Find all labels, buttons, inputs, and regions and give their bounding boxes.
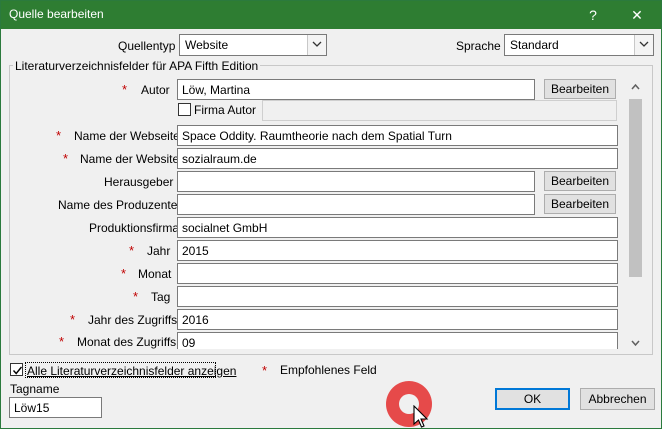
chevron-down-icon[interactable] [307,35,326,55]
language-label: Sprache [456,39,501,53]
tag-name-label: Tagname [10,382,60,396]
scrollbar-thumb[interactable] [629,99,642,277]
year-input[interactable]: 2015 [177,240,618,261]
month-accessed-input[interactable]: 09 [177,332,618,349]
day-label: Tag [151,290,171,304]
required-marker: * [129,243,135,258]
author-edit-button[interactable]: Bearbeiten [544,79,616,99]
year-accessed-input[interactable]: 2016 [177,309,618,330]
publisher-input[interactable] [177,171,535,192]
edit-source-dialog: Quelle bearbeiten ? ✕ Quellentyp Website… [0,0,662,429]
mouse-cursor-icon [413,405,429,428]
titlebar: Quelle bearbeiten ? ✕ [1,1,661,29]
group-legend: Literaturverzeichnisfelder für APA Fifth… [13,59,261,73]
chevron-down-icon[interactable] [634,35,653,55]
source-type-select[interactable]: Website [179,34,327,56]
ok-button[interactable]: OK [495,388,570,410]
day-input[interactable] [177,286,618,307]
language-value: Standard [510,38,559,52]
fields-scrollbar[interactable] [627,79,644,351]
language-select[interactable]: Standard [504,34,654,56]
close-button[interactable]: ✕ [617,1,657,29]
corporate-author-checkbox[interactable] [178,103,191,116]
required-marker: * [59,334,65,349]
source-type-label: Quellentyp [118,39,175,53]
required-marker: * [70,312,76,327]
producer-name-input[interactable] [177,194,535,215]
corporate-author-input[interactable] [262,100,617,121]
required-marker: * [121,266,127,281]
author-input[interactable]: Löw, Martina [177,79,535,100]
required-marker: * [63,151,69,166]
scroll-up-icon[interactable] [627,79,644,96]
month-accessed-label: Monat des Zugriffs [77,335,177,349]
scroll-down-icon[interactable] [627,334,644,351]
tag-name-input[interactable]: Löw15 [9,397,102,418]
recommended-field-legend: Empfohlenes Feld [280,363,377,377]
required-marker: * [56,128,62,143]
publisher-edit-button[interactable]: Bearbeiten [544,171,616,191]
cancel-button[interactable]: Abbrechen [580,388,655,410]
source-type-label-text: Quellentyp [118,39,176,53]
site-name-input[interactable]: sozialraum.de [177,148,618,169]
month-input[interactable] [177,263,618,284]
show-all-fields-label[interactable]: Alle Literaturverzeichnisfelder anzeigen [27,364,236,378]
producer-name-label: Name des Produzenten [58,198,185,212]
required-marker: * [122,82,128,97]
website-name-input[interactable]: Space Oddity. Raumtheorie nach dem Spati… [177,125,618,146]
author-label: Autor [141,83,170,97]
production-company-label: Produktionsfirma [89,221,180,235]
year-label: Jahr [147,244,171,258]
month-label: Monat [138,267,172,281]
required-marker: * [262,363,268,378]
corporate-author-label: Firma Autor [194,103,257,117]
clipped-row: * Monat des Zugriffs 09 [11,331,627,349]
required-marker: * [133,289,139,304]
production-company-input[interactable]: socialnet GmbH [177,217,618,238]
producer-edit-button[interactable]: Bearbeiten [544,194,616,214]
site-name-label: Name der Website [80,152,180,166]
show-all-fields-checkbox[interactable] [10,363,23,376]
year-accessed-label: Jahr des Zugriffs [88,313,178,327]
window-title: Quelle bearbeiten [9,7,104,21]
help-button[interactable]: ? [573,1,613,29]
publisher-label: Herausgeber [104,175,174,189]
source-type-value: Website [185,38,229,52]
website-name-label: Name der Webseite [74,129,180,143]
